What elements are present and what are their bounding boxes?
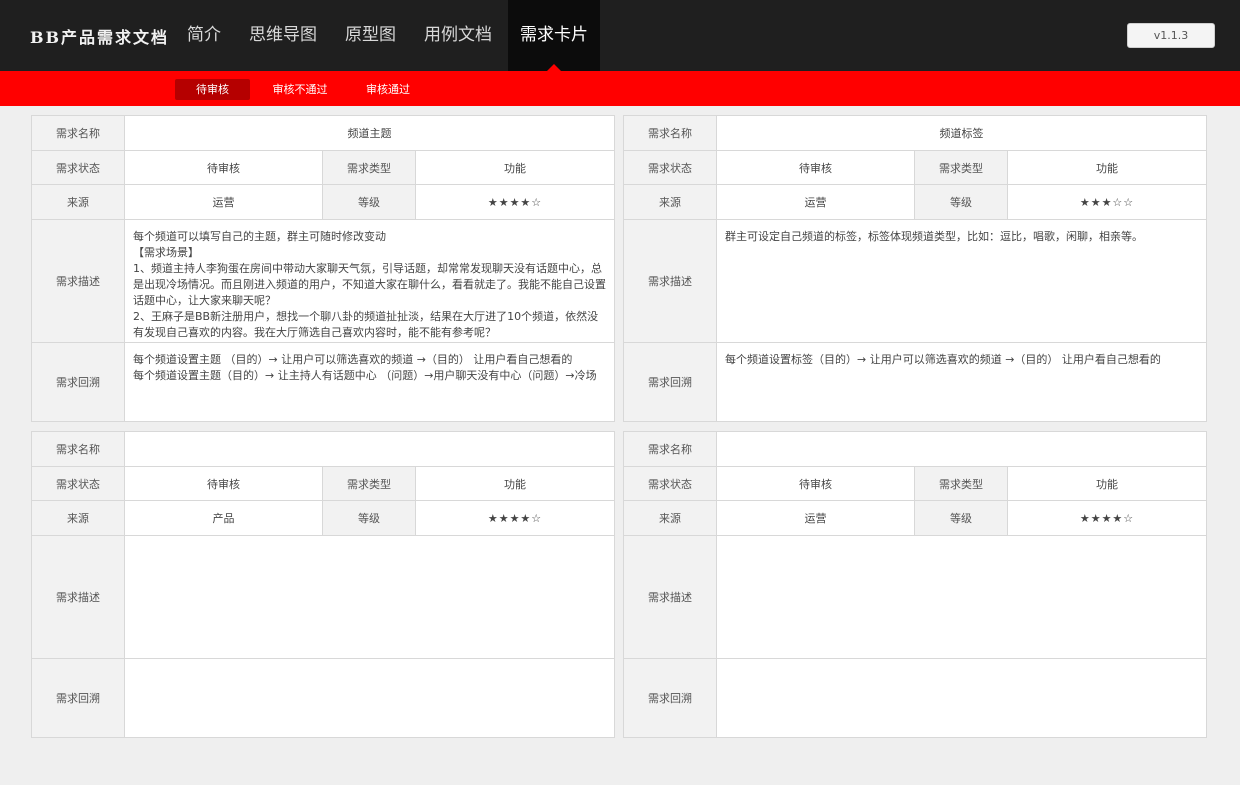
requirement-name: 频道标签 [716,115,1207,151]
name-label: 需求名称 [31,115,125,151]
requirement-status: 待审核 [124,466,323,501]
source-label: 来源 [623,500,717,536]
description-line: 群主可设定自己频道的标签，标签体现频道类型，比如：逗比，唱歌，闲聊，相亲等。 [725,230,1143,243]
level-label: 等级 [322,500,416,536]
trace-label: 需求回溯 [623,658,717,738]
requirement-description [123,535,616,659]
level-stars: ★★★★☆ [415,184,615,220]
description-label: 需求描述 [623,219,717,343]
trace-label: 需求回溯 [31,658,125,738]
requirement-description: 群主可设定自己频道的标签，标签体现频道类型，比如：逗比，唱歌，闲聊，相亲等。 [716,219,1207,343]
requirement-name [715,431,1208,467]
trace-line: 每个频道设置主题 （目的）→ 让用户可以筛选喜欢的频道 →（目的） 让用户看自己… [133,353,573,366]
top-bar: BB产品需求文档 简介 思维导图 原型图 用例文档 需求卡片 v1.1.3 [0,0,1240,71]
requirement-card: 需求名称 需求状态 待审核 需求类型 功能 来源 运营 等级 ★★★★☆ 需求描… [623,431,1208,738]
requirement-status: 待审核 [716,150,915,185]
requirement-source: 运营 [124,184,323,220]
type-label: 需求类型 [322,466,416,501]
trace-line: 每个频道设置主题（目的）→ 让主持人有话题中心 （问题）→用户聊天没有中心（问题… [133,369,597,382]
requirement-description: 每个频道可以填写自己的主题，群主可随时修改变动 【需求场景】 1、频道主持人李狗… [124,219,615,343]
trace-label: 需求回溯 [31,342,125,422]
level-label: 等级 [322,184,416,220]
requirement-type: 功能 [415,150,615,185]
description-line: 【需求场景】 [133,246,199,259]
type-label: 需求类型 [914,466,1008,501]
main-nav: 简介 思维导图 原型图 用例文档 需求卡片 [175,0,604,71]
requirement-card: 需求名称 频道标签 需求状态 待审核 需求类型 功能 来源 运营 等级 ★★★☆… [623,115,1207,422]
requirement-source: 运营 [716,500,915,536]
requirement-type: 功能 [1006,466,1208,501]
source-label: 来源 [31,500,125,536]
requirement-type: 功能 [414,466,616,501]
version-button[interactable]: v1.1.3 [1127,23,1215,48]
level-stars: ★★★★☆ [414,500,616,536]
requirement-name: 频道主题 [124,115,615,151]
level-stars: ★★★☆☆ [1007,184,1207,220]
status-label: 需求状态 [31,150,125,185]
description-line: 每个频道可以填写自己的主题，群主可随时修改变动 [133,230,386,243]
trace-line: 每个频道设置标签（目的）→ 让用户可以筛选喜欢的频道 →（目的） 让用户看自己想… [725,353,1161,366]
level-label: 等级 [914,184,1008,220]
requirement-description [715,535,1208,659]
status-label: 需求状态 [623,150,717,185]
nav-usecase-doc[interactable]: 用例文档 [412,0,504,71]
review-status-bar: 待审核 审核不通过 审核通过 [0,71,1240,106]
source-label: 来源 [31,184,125,220]
description-label: 需求描述 [623,535,717,659]
nav-mindmap[interactable]: 思维导图 [237,0,329,71]
level-label: 等级 [914,500,1008,536]
tab-review-approved[interactable]: 审核通过 [355,79,421,100]
requirement-card: 需求名称 需求状态 待审核 需求类型 功能 来源 产品 等级 ★★★★☆ 需求描… [31,431,616,738]
tab-review-rejected[interactable]: 审核不通过 [262,79,338,100]
requirement-status: 待审核 [124,150,323,185]
type-label: 需求类型 [914,150,1008,185]
requirement-source: 产品 [124,500,323,536]
requirement-trace [715,658,1208,738]
app-logo[interactable]: BB产品需求文档 [30,24,169,48]
description-label: 需求描述 [31,219,125,343]
name-label: 需求名称 [623,115,717,151]
description-label: 需求描述 [31,535,125,659]
requirement-source: 运营 [716,184,915,220]
description-line: 2、王麻子是BB新注册用户，想找一个聊八卦的频道扯扯淡，结果在大厅进了10个频道… [133,310,599,339]
description-line: 1、频道主持人李狗蛋在房间中带动大家聊天气氛，引导话题，却常常发现聊天没有话题中… [133,262,606,307]
nav-requirement-cards[interactable]: 需求卡片 [508,0,600,71]
tab-pending-review[interactable]: 待审核 [175,79,250,100]
requirement-type: 功能 [1007,150,1207,185]
requirement-name [123,431,616,467]
source-label: 来源 [623,184,717,220]
type-label: 需求类型 [322,150,416,185]
status-label: 需求状态 [31,466,125,501]
status-label: 需求状态 [623,466,717,501]
requirement-status: 待审核 [716,466,915,501]
requirement-card: 需求名称 频道主题 需求状态 待审核 需求类型 功能 来源 运营 等级 ★★★★… [31,115,615,422]
trace-label: 需求回溯 [623,342,717,422]
requirement-trace [123,658,616,738]
name-label: 需求名称 [31,431,125,467]
name-label: 需求名称 [623,431,717,467]
nav-prototype[interactable]: 原型图 [333,0,408,71]
requirement-trace: 每个频道设置主题 （目的）→ 让用户可以筛选喜欢的频道 →（目的） 让用户看自己… [124,342,615,422]
nav-intro[interactable]: 简介 [175,0,233,71]
requirement-trace: 每个频道设置标签（目的）→ 让用户可以筛选喜欢的频道 →（目的） 让用户看自己想… [716,342,1207,422]
level-stars: ★★★★☆ [1006,500,1208,536]
